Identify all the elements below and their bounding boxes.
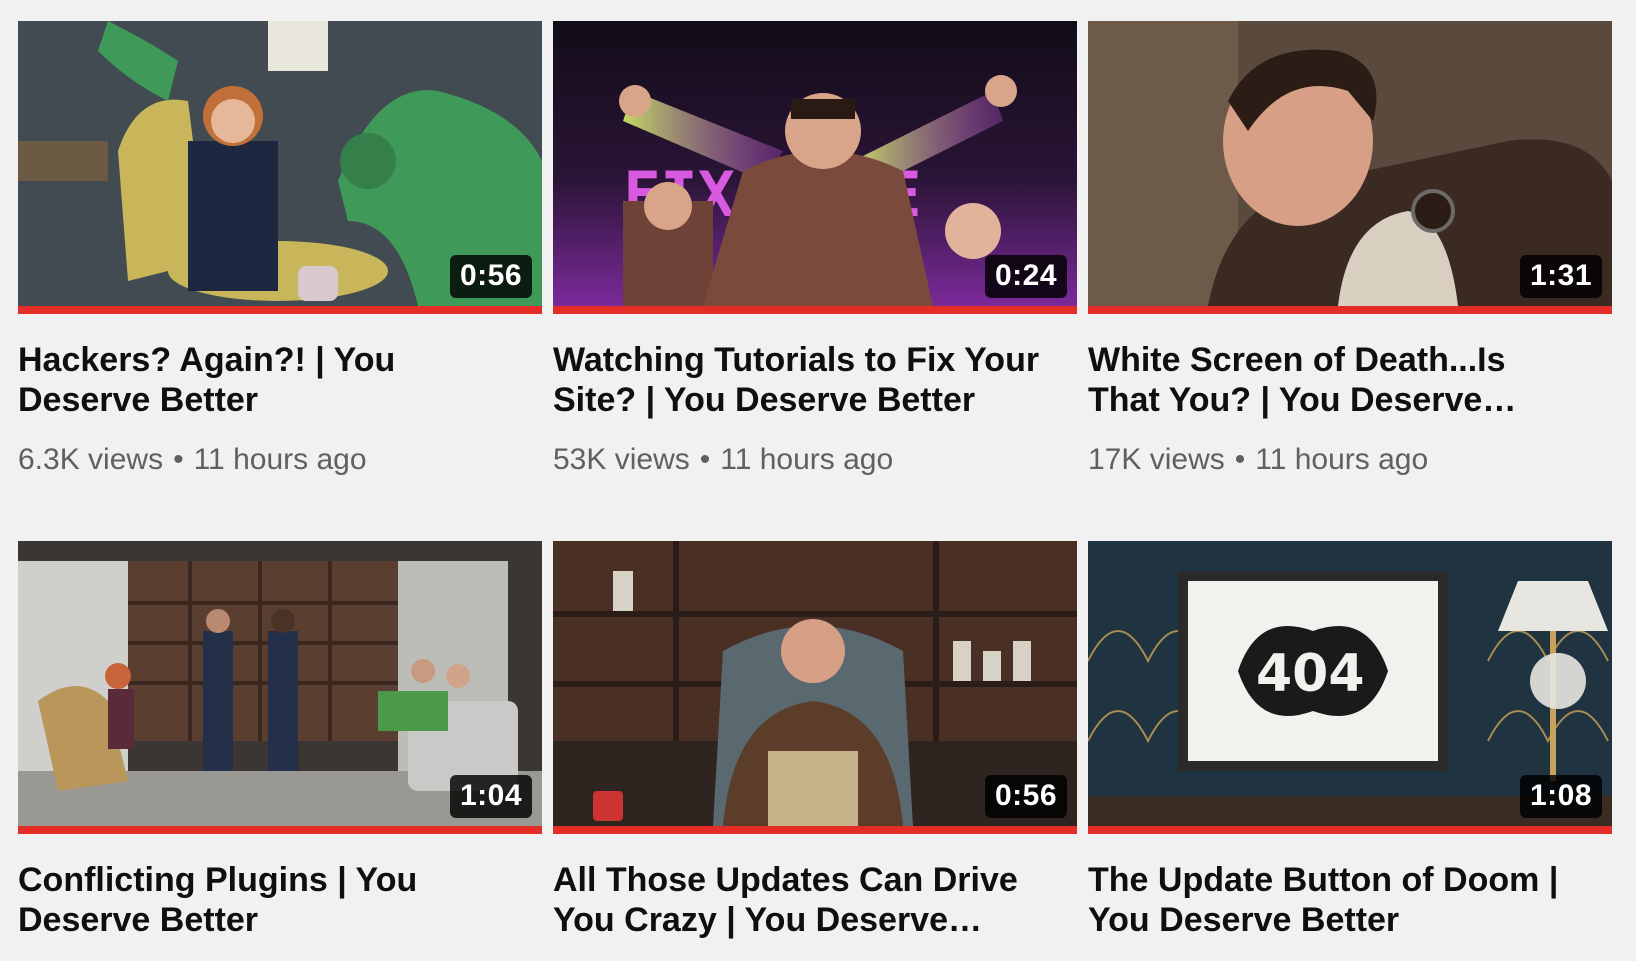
duration-badge: 0:56 <box>984 775 1067 818</box>
video-card[interactable]: FIX TIME 0:24 Watching Tutorials to Fix … <box>553 21 1077 541</box>
video-title[interactable]: The Update Button of Doom | You Deserve … <box>1088 860 1578 940</box>
watch-progress-bar <box>553 826 1077 834</box>
video-meta: 17K views • 11 hours ago <box>1088 442 1612 478</box>
watch-progress-bar <box>18 826 542 834</box>
video-title[interactable]: Conflicting Plugins | You Deserve Better <box>18 860 508 940</box>
meta-separator: • <box>173 443 184 476</box>
video-thumbnail[interactable]: 1:04 <box>18 541 542 834</box>
view-count: 6.3K views <box>18 443 164 476</box>
video-meta: 53K views • 11 hours ago <box>553 442 1077 478</box>
duration-badge: 0:24 <box>984 255 1067 298</box>
video-card[interactable]: 1:04 Conflicting Plugins | You Deserve B… <box>18 541 542 961</box>
thumbnail-sign-text: 404 <box>1256 644 1365 704</box>
upload-age: 11 hours ago <box>193 443 367 476</box>
meta-separator: • <box>699 443 711 476</box>
duration-badge: 1:08 <box>1519 775 1602 818</box>
video-title[interactable]: All Those Updates Can Drive You Crazy | … <box>553 860 1043 940</box>
video-thumbnail[interactable]: 404 1:08 <box>1088 541 1612 834</box>
watch-progress-bar <box>553 306 1077 314</box>
video-card[interactable]: 0:56 Hackers? Again?! | You Deserve Bett… <box>18 21 542 541</box>
video-meta: 6.3K views • 11 hours ago <box>18 442 542 478</box>
video-thumbnail[interactable]: FIX TIME 0:24 <box>553 21 1077 314</box>
video-title[interactable]: White Screen of Death...Is That You? | Y… <box>1088 340 1578 420</box>
watch-progress-bar <box>18 306 542 314</box>
view-count: 17K views <box>1088 443 1225 476</box>
duration-badge: 1:31 <box>1519 255 1602 298</box>
watch-progress-bar <box>1088 306 1612 314</box>
upload-age: 11 hours ago <box>720 443 894 476</box>
video-thumbnail[interactable]: 0:56 <box>18 21 542 314</box>
meta-separator: • <box>1234 443 1246 476</box>
duration-badge: 0:56 <box>449 255 532 298</box>
watch-progress-bar <box>1088 826 1612 834</box>
video-title[interactable]: Watching Tutorials to Fix Your Site? | Y… <box>553 340 1043 420</box>
video-card[interactable]: 404 1:08 The Update Button of Doom | You… <box>1088 541 1612 961</box>
video-card[interactable]: 0:56 All Those Updates Can Drive You Cra… <box>553 541 1077 961</box>
video-thumbnail[interactable]: 0:56 <box>553 541 1077 834</box>
video-grid: 0:56 Hackers? Again?! | You Deserve Bett… <box>18 21 1612 961</box>
upload-age: 11 hours ago <box>1255 443 1429 476</box>
video-card[interactable]: 1:31 White Screen of Death...Is That You… <box>1088 21 1612 541</box>
video-title[interactable]: Hackers? Again?! | You Deserve Better <box>18 340 508 420</box>
view-count: 53K views <box>553 443 690 476</box>
video-thumbnail[interactable]: 1:31 <box>1088 21 1612 314</box>
duration-badge: 1:04 <box>449 775 532 818</box>
